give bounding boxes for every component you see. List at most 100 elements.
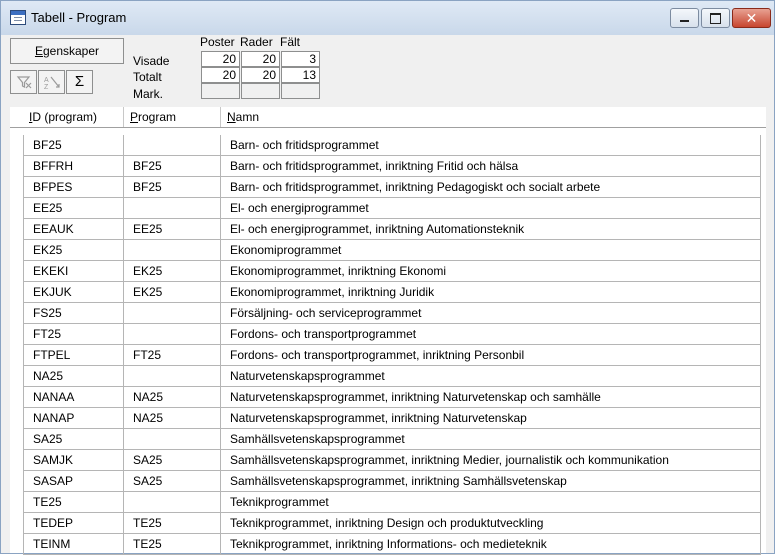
- table-row[interactable]: EK25 Ekonomiprogrammet: [23, 240, 761, 261]
- table-row[interactable]: NA25 Naturvetenskapsprogrammet: [23, 366, 761, 387]
- cell-namn: Samhällsvetenskapsprogrammet: [221, 429, 761, 449]
- cell-namn: Ekonomiprogrammet, inriktning Juridik: [221, 282, 761, 302]
- window-title: Tabell - Program: [31, 10, 127, 25]
- table-row[interactable]: BFPES BF25 Barn- och fritidsprogrammet, in…: [23, 177, 761, 198]
- table-row[interactable]: BF25 Barn- och fritidsprogrammet: [23, 135, 761, 156]
- cell-namn: El- och energiprogrammet: [221, 198, 761, 218]
- table-row[interactable]: FTPEL FT25 Fordons- och transportprogramme…: [23, 345, 761, 366]
- cell-program: NA25: [124, 387, 221, 407]
- cell-id: SA25: [23, 429, 124, 449]
- table-row[interactable]: TEDEP TE25 Teknikprogrammet, inriktning De…: [23, 513, 761, 534]
- cell-namn: Försäljning- och serviceprogrammet: [221, 303, 761, 323]
- table-row[interactable]: BFFRH BF25 Barn- och fritidsprogrammet, in…: [23, 156, 761, 177]
- cell-program: [124, 303, 221, 323]
- stats-label-mark: Mark.: [133, 87, 163, 101]
- filter-off-button[interactable]: [10, 70, 37, 94]
- cell-program: TE25: [124, 513, 221, 533]
- cell-namn: Teknikprogrammet: [221, 492, 761, 512]
- cell-program: EE25: [124, 219, 221, 239]
- stats-visade-rader: 20: [241, 51, 280, 67]
- stats-visade-falt: 3: [281, 51, 320, 67]
- stats-col-rader: Rader: [240, 35, 273, 49]
- cell-program: [124, 198, 221, 218]
- cell-id: BFPES: [23, 177, 124, 197]
- cell-program: NA25: [124, 408, 221, 428]
- cell-id: EE25: [23, 198, 124, 218]
- stats-mark-falt: [281, 83, 320, 99]
- cell-namn: Teknikprogrammet, inriktning Information…: [221, 534, 761, 554]
- toolbar: Egenskaper A Z Σ Poster Rader Fält Visad…: [1, 35, 774, 105]
- sort-az-button[interactable]: A Z: [38, 70, 65, 94]
- properties-button[interactable]: Egenskaper: [10, 38, 124, 64]
- cell-program: [124, 135, 221, 155]
- stats-visade-poster: 20: [201, 51, 240, 67]
- sort-az-icon: A Z: [44, 76, 60, 91]
- table-row[interactable]: FS25 Försäljning- och serviceprogrammet: [23, 303, 761, 324]
- table-row[interactable]: EKEKI EK25 Ekonomiprogrammet, inriktning E…: [23, 261, 761, 282]
- close-icon: ✕: [745, 10, 758, 26]
- cell-program: BF25: [124, 156, 221, 176]
- cell-program: [124, 240, 221, 260]
- table-row[interactable]: SASAP SA25 Samhällsvetenskapsprogrammet, i…: [23, 471, 761, 492]
- cell-namn: Naturvetenskapsprogrammet, inriktning Na…: [221, 387, 761, 407]
- minimize-button[interactable]: [670, 8, 699, 28]
- cell-id: EKJUK: [23, 282, 124, 302]
- cell-id: FTPEL: [23, 345, 124, 365]
- column-header-namn[interactable]: Namn: [221, 107, 766, 127]
- cell-program: TE25: [124, 534, 221, 554]
- cell-program: SA25: [124, 471, 221, 491]
- filter-off-icon: [16, 76, 31, 89]
- cell-program: [124, 492, 221, 512]
- cell-namn: Samhällsvetenskapsprogrammet, inriktning…: [221, 471, 761, 491]
- table-row[interactable]: EKJUK EK25 Ekonomiprogrammet, inriktning J…: [23, 282, 761, 303]
- cell-id: EKEKI: [23, 261, 124, 281]
- table-row[interactable]: EE25 El- och energiprogrammet: [23, 198, 761, 219]
- cell-program: EK25: [124, 282, 221, 302]
- stats-mark-poster: [201, 83, 240, 99]
- column-header-program[interactable]: Program: [124, 107, 221, 127]
- table-row[interactable]: EEAUK EE25 El- och energiprogrammet, inrik…: [23, 219, 761, 240]
- column-header-id[interactable]: ID (program): [23, 107, 124, 127]
- cell-program: [124, 429, 221, 449]
- cell-id: EK25: [23, 240, 124, 260]
- cell-program: FT25: [124, 345, 221, 365]
- cell-namn: El- och energiprogrammet, inriktning Aut…: [221, 219, 761, 239]
- cell-namn: Fordons- och transportprogrammet, inrikt…: [221, 345, 761, 365]
- cell-id: SASAP: [23, 471, 124, 491]
- maximize-button[interactable]: [701, 8, 730, 28]
- stats-label-totalt: Totalt: [133, 70, 162, 84]
- table-row[interactable]: NANAA NA25 Naturvetenskapsprogrammet, inri…: [23, 387, 761, 408]
- minimize-icon: [680, 20, 689, 22]
- cell-namn: Barn- och fritidsprogrammet: [221, 135, 761, 155]
- cell-program: [124, 324, 221, 344]
- cell-namn: Barn- och fritidsprogrammet, inriktning …: [221, 177, 761, 197]
- properties-label: genskaper: [42, 44, 100, 58]
- cell-id: SAMJK: [23, 450, 124, 470]
- cell-namn: Samhällsvetenskapsprogrammet, inriktning…: [221, 450, 761, 470]
- close-button[interactable]: ✕: [732, 8, 771, 28]
- svg-text:A: A: [44, 77, 49, 84]
- cell-id: FS25: [23, 303, 124, 323]
- cell-id: NANAP: [23, 408, 124, 428]
- cell-namn: Naturvetenskapsprogrammet, inriktning Na…: [221, 408, 761, 428]
- cell-id: TEDEP: [23, 513, 124, 533]
- cell-id: TE25: [23, 492, 124, 512]
- cell-namn: Fordons- och transportprogrammet: [221, 324, 761, 344]
- title-bar[interactable]: Tabell - Program ✕: [1, 1, 774, 35]
- table-row[interactable]: TEINM TE25 Teknikprogrammet, inriktning In…: [23, 534, 761, 555]
- cell-id: EEAUK: [23, 219, 124, 239]
- sum-button[interactable]: Σ: [66, 70, 93, 94]
- cell-namn: Ekonomiprogrammet: [221, 240, 761, 260]
- cell-id: BF25: [23, 135, 124, 155]
- table-row[interactable]: NANAP NA25 Naturvetenskapsprogrammet, inri…: [23, 408, 761, 429]
- table-row[interactable]: SA25 Samhällsvetenskapsprogrammet: [23, 429, 761, 450]
- data-grid[interactable]: ID (program) Program Namn BF25 Barn- och …: [10, 107, 766, 555]
- table-row[interactable]: SAMJK SA25 Samhällsvetenskapsprogrammet, i…: [23, 450, 761, 471]
- maximize-icon: [710, 13, 721, 24]
- svg-text:Z: Z: [44, 84, 49, 90]
- cell-program: SA25: [124, 450, 221, 470]
- table-row[interactable]: TE25 Teknikprogrammet: [23, 492, 761, 513]
- table-row[interactable]: FT25 Fordons- och transportprogrammet: [23, 324, 761, 345]
- stats-totalt-poster: 20: [201, 67, 240, 83]
- cell-id: NANAA: [23, 387, 124, 407]
